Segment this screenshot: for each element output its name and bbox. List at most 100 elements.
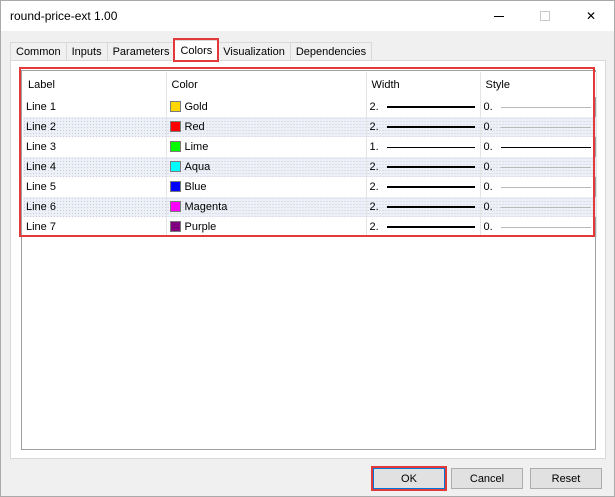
style-value: 0.	[483, 101, 493, 113]
row-color[interactable]: Blue	[166, 177, 367, 197]
row-width[interactable]: 2.	[366, 117, 481, 137]
color-swatch	[169, 120, 181, 132]
color-swatch	[169, 180, 181, 192]
row-label: Line 6	[23, 197, 167, 217]
color-name: Red	[184, 121, 205, 133]
row-width[interactable]: 1.	[366, 137, 481, 157]
color-name: Aqua	[184, 161, 211, 173]
row-color[interactable]: Red	[166, 117, 367, 137]
style-value: 0.	[483, 141, 493, 153]
width-preview-line	[386, 166, 475, 168]
width-value: 2.	[369, 121, 379, 133]
style-preview-line	[500, 126, 591, 128]
row-color[interactable]: Lime	[166, 137, 367, 157]
header-width[interactable]: Width	[366, 72, 481, 97]
color-name: Blue	[184, 181, 207, 193]
style-preview-line	[500, 206, 591, 208]
style-value: 0.	[483, 181, 493, 193]
table-header-row: Label Color Width Style	[23, 72, 597, 97]
row-width[interactable]: 2.	[366, 157, 481, 177]
row-style[interactable]: 0.	[480, 117, 597, 137]
row-style[interactable]: 0.	[480, 137, 597, 157]
ok-button[interactable]: OK	[371, 466, 447, 491]
tab-colors[interactable]: Colors	[173, 38, 220, 62]
width-preview-line	[386, 126, 475, 128]
tab-inputs[interactable]: Inputs	[65, 42, 108, 61]
style-preview-line	[500, 146, 591, 148]
style-preview-line	[500, 166, 591, 168]
header-color[interactable]: Color	[166, 72, 367, 97]
row-style[interactable]: 0.	[480, 97, 597, 117]
colors-panel: Label Color Width Style Line 1 Gold 2. 0…	[10, 60, 606, 459]
row-width[interactable]: 2.	[366, 197, 481, 217]
header-label[interactable]: Label	[23, 72, 167, 97]
row-color[interactable]: Magenta	[166, 197, 367, 217]
style-value: 0.	[483, 121, 493, 133]
width-preview-line	[386, 226, 475, 228]
color-swatch	[169, 100, 181, 112]
row-color[interactable]: Gold	[166, 97, 367, 117]
minimize-icon	[494, 15, 504, 17]
row-style[interactable]: 0.	[480, 197, 597, 217]
row-label: Line 4	[23, 157, 167, 177]
table-row[interactable]: Line 5 Blue 2. 0.	[23, 177, 597, 197]
reset-button-label: Reset	[551, 472, 581, 485]
row-color[interactable]: Aqua	[166, 157, 367, 177]
maximize-icon	[540, 11, 550, 21]
dialog-window: round-price-ext 1.00 ✕ Common Inputs Par…	[0, 0, 615, 497]
tab-colors-label: Colors	[180, 45, 213, 57]
style-preview-line	[500, 226, 591, 228]
width-value: 2.	[369, 201, 379, 213]
row-label: Line 2	[23, 117, 167, 137]
color-name: Purple	[184, 221, 217, 233]
tab-common[interactable]: Common	[10, 42, 67, 61]
table-row[interactable]: Line 2 Red 2. 0.	[23, 117, 597, 137]
row-style[interactable]: 0.	[480, 217, 597, 237]
table-row[interactable]: Line 4 Aqua 2. 0.	[23, 157, 597, 177]
row-style[interactable]: 0.	[480, 157, 597, 177]
table-row[interactable]: Line 7 Purple 2. 0.	[23, 217, 597, 237]
colors-list[interactable]: Label Color Width Style Line 1 Gold 2. 0…	[21, 70, 597, 450]
maximize-button	[522, 1, 568, 31]
width-preview-line	[386, 106, 475, 108]
title-bar[interactable]: round-price-ext 1.00 ✕	[1, 1, 614, 31]
width-value: 2.	[369, 181, 379, 193]
ok-button-label: OK	[401, 472, 417, 485]
width-preview-line	[386, 186, 475, 188]
row-label: Line 3	[23, 137, 167, 157]
table-row[interactable]: Line 3 Lime 1. 0.	[23, 137, 597, 157]
style-value: 0.	[483, 221, 493, 233]
table-row[interactable]: Line 6 Magenta 2. 0.	[23, 197, 597, 217]
color-name: Gold	[184, 101, 208, 113]
width-value: 1.	[369, 141, 379, 153]
cancel-button[interactable]: Cancel	[451, 468, 523, 489]
row-color[interactable]: Purple	[166, 217, 367, 237]
reset-button[interactable]: Reset	[530, 468, 602, 489]
width-preview-line	[386, 206, 475, 208]
width-value: 2.	[369, 161, 379, 173]
row-width[interactable]: 2.	[366, 217, 481, 237]
style-value: 0.	[483, 201, 493, 213]
tab-visualization[interactable]: Visualization	[217, 42, 291, 61]
cancel-button-label: Cancel	[469, 472, 505, 485]
tab-parameters[interactable]: Parameters	[106, 42, 176, 61]
row-label: Line 1	[23, 97, 167, 117]
row-style[interactable]: 0.	[480, 177, 597, 197]
width-preview-line	[386, 146, 475, 148]
width-value: 2.	[369, 221, 379, 233]
colors-table: Label Color Width Style Line 1 Gold 2. 0…	[23, 72, 597, 237]
color-name: Magenta	[184, 201, 228, 213]
table-row[interactable]: Line 1 Gold 2. 0.	[23, 97, 597, 117]
minimize-button[interactable]	[476, 1, 522, 31]
tab-dependencies[interactable]: Dependencies	[289, 42, 373, 61]
style-preview-line	[500, 186, 591, 188]
row-width[interactable]: 2.	[366, 177, 481, 197]
close-button[interactable]: ✕	[568, 1, 614, 31]
color-swatch	[169, 160, 181, 172]
width-value: 2.	[369, 101, 379, 113]
row-width[interactable]: 2.	[366, 97, 481, 117]
header-style[interactable]: Style	[480, 72, 597, 97]
style-value: 0.	[483, 161, 493, 173]
row-label: Line 5	[23, 177, 167, 197]
row-label: Line 7	[23, 217, 167, 237]
